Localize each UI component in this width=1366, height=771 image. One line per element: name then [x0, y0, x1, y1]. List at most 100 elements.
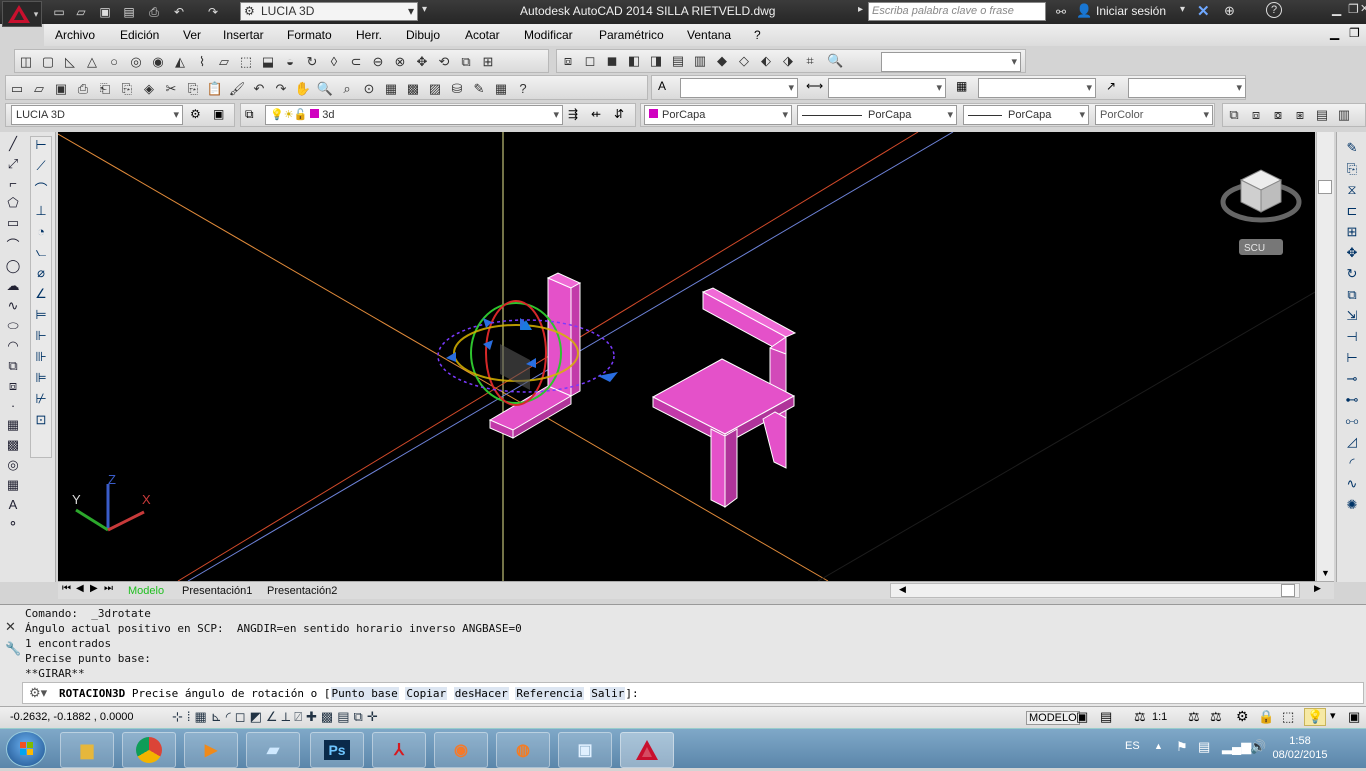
table-style-icon[interactable]: ▦ [956, 79, 967, 93]
save-icon[interactable]: ▣ [52, 80, 70, 98]
customize-quick-access-icon[interactable]: ▾ [422, 4, 427, 15]
settings-network-icon[interactable]: ⊕ [1224, 3, 1235, 19]
helix-icon[interactable]: ⌇ [193, 53, 211, 71]
command-options-icon[interactable]: ⚙▾ [29, 685, 47, 701]
help-icon[interactable]: ? [514, 79, 532, 97]
selection-cycling-icon[interactable]: ⧉ [354, 709, 363, 725]
text-front-icon[interactable]: ▤ [1313, 106, 1331, 124]
prev-tab-icon[interactable]: ◀ [76, 583, 84, 594]
grid-display-icon[interactable]: ▦ [195, 709, 207, 725]
bring-front-icon[interactable]: ⧉ [1225, 106, 1243, 124]
revcloud-icon[interactable]: ☁ [7, 278, 20, 294]
option-copiar[interactable]: Copiar [405, 687, 448, 700]
bring-above-icon[interactable]: ⧇ [1269, 106, 1287, 124]
dim-angular-icon[interactable]: ∠ [35, 286, 47, 302]
zoom-window-icon[interactable]: ⌕ [338, 80, 356, 98]
make-block-icon[interactable]: ⧈ [9, 378, 17, 394]
autocad-taskbar-button[interactable] [620, 732, 674, 768]
dim-space-icon[interactable]: ⊫ [35, 370, 46, 386]
region-icon[interactable]: ◎ [7, 457, 18, 473]
option-salir[interactable]: Salir [590, 687, 626, 700]
dim-baseline-icon[interactable]: ⊩ [35, 328, 46, 344]
3d-osnap-icon[interactable]: ◩ [250, 709, 262, 725]
firefox-taskbar-button[interactable]: ◍ [496, 732, 550, 768]
named-views-icon[interactable]: ⧈ [559, 52, 577, 70]
menu-help[interactable]: ? [754, 28, 761, 42]
language-indicator[interactable]: ES [1125, 740, 1140, 752]
mirror-icon[interactable]: ⧖ [1347, 182, 1356, 198]
front-view-icon[interactable]: ▤ [669, 52, 687, 70]
left-view-icon[interactable]: ◧ [625, 52, 643, 70]
chamfer-icon[interactable]: ◿ [1347, 434, 1357, 450]
binoculars-icon[interactable]: ⚯ [1052, 3, 1070, 21]
quickcalc-icon[interactable]: ▦ [492, 80, 510, 98]
join-icon[interactable]: ⧟ [1345, 413, 1358, 429]
ellipse-icon[interactable]: ⬭ [7, 318, 18, 334]
sw-iso-icon[interactable]: ◆ [713, 52, 731, 70]
system-clock[interactable]: 1:58 08/02/2015 [1270, 734, 1330, 762]
plotstyle-select[interactable]: PorColor [1095, 105, 1213, 125]
expand-search-icon[interactable]: ▸ [858, 4, 863, 15]
dim-style-icon[interactable]: ⟷ [806, 79, 823, 93]
menu-herr[interactable]: Herr. [356, 28, 382, 42]
save-as-icon[interactable]: ▤ [120, 3, 138, 21]
se-iso-icon[interactable]: ◇ [735, 52, 753, 70]
point-icon[interactable]: · [11, 398, 15, 413]
explorer-taskbar-button[interactable]: ▆ [60, 732, 114, 768]
redo-icon[interactable]: ↷ [204, 3, 222, 21]
layer-previous-icon[interactable]: ⇷ [591, 107, 601, 121]
command-input[interactable]: ⚙▾ ROTACION3D Precise ángulo de rotación… [22, 682, 1364, 704]
color-select[interactable]: PorCapa [644, 105, 792, 125]
planar-surface-icon[interactable]: ▱ [215, 53, 233, 71]
scroll-left-icon[interactable]: ◀ [899, 584, 906, 595]
move-icon[interactable]: ✥ [1347, 245, 1358, 261]
lineweight-icon[interactable]: ✚ [306, 709, 317, 725]
save-icon[interactable]: ▣ [96, 3, 114, 21]
hardware-acceleration-icon[interactable]: ⬚ [1282, 709, 1294, 725]
union-icon[interactable]: ⊂ [347, 53, 365, 71]
layer-state-icon[interactable]: ⇵ [614, 107, 624, 121]
menu-ventana[interactable]: Ventana [687, 28, 731, 42]
horizontal-scrollbar[interactable]: ◀ [890, 583, 1300, 598]
volume-icon[interactable]: 🔊 [1250, 739, 1266, 755]
gear-icon[interactable]: ⚙ [190, 107, 201, 121]
break-icon[interactable]: ⊷ [1346, 392, 1359, 408]
menu-formato[interactable]: Formato [287, 28, 332, 42]
dim-aligned-icon[interactable]: ⟋ [36, 158, 45, 174]
erase-icon[interactable]: ✎ [1347, 140, 1358, 156]
table-icon[interactable]: ▦ [7, 477, 19, 493]
redo-icon[interactable]: ↷ [272, 80, 290, 98]
back-view-icon[interactable]: ▥ [691, 52, 709, 70]
break-at-point-icon[interactable]: ⊸ [1347, 371, 1358, 387]
dim-continue-icon[interactable]: ⊪ [35, 349, 46, 365]
right-view-icon[interactable]: ◨ [647, 52, 665, 70]
clean-screen-icon[interactable]: ▣ [1348, 709, 1360, 725]
quick-view-drawings-icon[interactable]: ▤ [1100, 709, 1112, 725]
tool-palettes-icon[interactable]: ▨ [426, 80, 444, 98]
auto-scale-icon[interactable]: ⚖ [1210, 709, 1222, 725]
ellipse-arc-icon[interactable]: ◠ [7, 338, 18, 354]
circle-icon[interactable]: ◯ [6, 258, 21, 274]
quick-view-layouts-icon[interactable]: ▣ [1076, 709, 1088, 725]
pyramid-icon[interactable]: ◭ [171, 53, 189, 71]
linetype-select[interactable]: PorCapa [797, 105, 957, 125]
offset-icon[interactable]: ⊏ [1347, 203, 1358, 219]
menu-insertar[interactable]: Insertar [223, 28, 264, 42]
acrobat-taskbar-button[interactable]: ⅄ [372, 732, 426, 768]
revolve-icon[interactable]: ↻ [303, 53, 321, 71]
first-tab-icon[interactable]: ⏮ [62, 583, 71, 594]
menu-dibujo[interactable]: Dibujo [406, 28, 440, 42]
layer-select[interactable]: 💡☀🔓 3d [265, 105, 563, 125]
fillet-icon[interactable]: ◜ [1349, 455, 1354, 471]
model-space-button[interactable]: MODELO [1026, 711, 1080, 725]
dim-diameter-icon[interactable]: ⌀ [37, 265, 45, 281]
text-style-icon[interactable]: A [658, 79, 666, 93]
undo-icon[interactable]: ↶ [250, 80, 268, 98]
mleader-style-select[interactable] [1128, 78, 1246, 98]
print-icon[interactable]: ⎙ [74, 80, 92, 98]
polygon-icon[interactable]: ⬠ [7, 195, 18, 211]
otrack-icon[interactable]: ∠ [266, 709, 278, 725]
restore-button[interactable]: ❐ [1348, 2, 1359, 16]
workspace-switching-icon[interactable]: ⚙ [1236, 708, 1249, 725]
media-player-taskbar-button[interactable]: ▶ [184, 732, 238, 768]
